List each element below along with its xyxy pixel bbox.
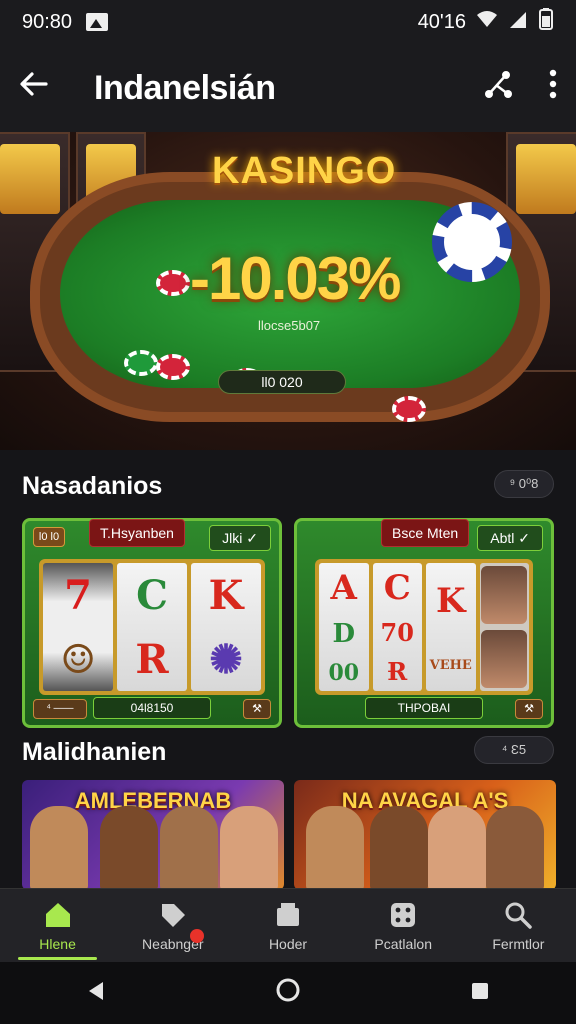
dice-icon — [391, 902, 416, 927]
more-vertical-icon — [549, 69, 557, 99]
person-avatar — [428, 806, 486, 890]
card-corner-badge: l0 l0 — [33, 527, 65, 547]
nav-label: Hlene — [39, 935, 76, 952]
reel-symbol: C — [383, 568, 411, 608]
person-avatar — [486, 806, 544, 890]
nav-item-home[interactable]: Hlene — [0, 889, 115, 962]
nav-item-games[interactable]: Pcatlalon — [346, 889, 461, 962]
reel-symbol: R — [135, 635, 169, 683]
ticket-icon — [277, 902, 299, 926]
section-title-1: Nasadanios — [22, 472, 163, 500]
tools-icon[interactable]: ⚒ — [515, 699, 543, 719]
search-icon — [505, 902, 533, 929]
person-portrait-icon — [481, 566, 528, 624]
system-navigation-bar — [0, 962, 576, 1024]
wifi-icon — [476, 10, 498, 34]
chip-icon — [156, 270, 190, 296]
card-header-right: Jlki ✓ — [209, 525, 271, 551]
status-text: 40'16 — [417, 10, 466, 33]
home-icon — [45, 902, 70, 927]
slot-reel: A D 00 — [319, 563, 369, 691]
status-bar: 90:80 40'16 — [0, 0, 576, 44]
slot-reel: K VEHE — [426, 563, 476, 691]
tag-icon — [161, 903, 185, 927]
reel-symbol: VEHE — [429, 657, 472, 673]
app-bar: Indanelsián — [0, 44, 576, 132]
slot-game-card-1[interactable]: l0 l0 T.Hsyanben Jlki ✓ 7 ☺ C R K ✺ ⁴ ——… — [22, 518, 282, 728]
slot-reels: A D 00 C 70 Ɍ K VEHE — [315, 559, 533, 695]
card-header: T.Hsyanben — [89, 519, 185, 547]
person-avatar — [370, 806, 428, 890]
back-button[interactable] — [18, 67, 66, 109]
reel-symbol: C — [136, 571, 168, 619]
cowboy-symbol-icon: ☺ — [60, 635, 96, 683]
page-title: Indanelsián — [94, 68, 276, 107]
nav-item-tickets[interactable]: Hoder — [230, 889, 345, 962]
share-icon — [485, 71, 512, 98]
card-header: Bsce Mten — [381, 519, 470, 547]
card-header-right: Abtl ✓ — [477, 525, 543, 551]
hero-banner[interactable]: KASINGO -10.03% llocse5b07 ll0 020 — [0, 132, 576, 450]
reel-symbol: 70 — [380, 618, 414, 647]
chip-icon — [124, 350, 158, 376]
promo-banner-1[interactable]: AMLEBERNAB — [22, 780, 284, 890]
slot-reel: 7 ☺ — [43, 563, 113, 691]
nav-label: Hoder — [268, 935, 308, 952]
section-tag-1[interactable]: ⁹ 0⁰8 — [494, 470, 554, 498]
tools-icon[interactable]: ⚒ — [243, 699, 271, 719]
section-title-2: Malidhanien — [22, 738, 167, 766]
nav-label: Pcatlalon — [374, 935, 432, 952]
image-icon — [86, 13, 109, 31]
slot-reels: 7 ☺ C R K ✺ — [39, 559, 265, 695]
card-footer-left: ⁴ —— — [33, 699, 87, 719]
person-avatar — [160, 806, 218, 890]
back-triangle-icon[interactable] — [56, 978, 136, 1009]
card-footer: 04l8150 — [93, 697, 211, 719]
hero-pill: ll0 020 — [218, 370, 346, 394]
section-tag-2[interactable]: ⁴ Ɛ5 — [474, 736, 554, 764]
signal-icon — [508, 10, 528, 34]
recents-square-icon[interactable] — [440, 978, 520, 1009]
slot-reel: C R — [117, 563, 187, 691]
home-circle-icon[interactable] — [248, 977, 328, 1010]
person-portrait-icon — [481, 630, 528, 688]
slot-reel — [479, 563, 529, 691]
gem-symbol-icon: ✺ — [209, 635, 243, 683]
arrow-left-icon — [20, 72, 48, 96]
nav-item-offers[interactable]: Neabnger — [115, 889, 230, 962]
hero-percent: -10.03% — [190, 245, 401, 312]
reel-symbol: D — [332, 618, 356, 649]
person-avatar — [100, 806, 158, 890]
chip-icon — [156, 354, 190, 380]
person-avatar — [306, 806, 364, 890]
reel-symbol: 7 — [64, 571, 92, 619]
slot-game-card-2[interactable]: Bsce Mten Abtl ✓ A D 00 C 70 Ɍ K VEHE TH… — [294, 518, 554, 728]
hero-subtitle: llocse5b07 — [258, 318, 321, 333]
chip-icon — [392, 396, 426, 422]
nav-item-search[interactable]: Fermtlor — [461, 889, 576, 962]
reel-symbol: Ɍ — [387, 657, 408, 686]
share-button[interactable] — [482, 68, 514, 108]
bottom-navigation: Hlene Neabnger Hoder Pcatlalon Fermtlor — [0, 888, 576, 962]
reel-symbol: K — [435, 581, 466, 622]
slot-reel: C 70 Ɍ — [372, 563, 422, 691]
reel-symbol: K — [208, 571, 244, 619]
promo-banner-2[interactable]: NA AVAGAL A'S — [294, 780, 556, 890]
reel-symbol: A — [330, 568, 357, 609]
reel-symbol: 00 — [328, 659, 360, 686]
more-menu-button[interactable] — [548, 68, 558, 108]
battery-icon — [538, 8, 554, 36]
nav-label: Fermtlor — [492, 935, 545, 952]
card-footer: THPOBAI — [365, 697, 483, 719]
hero-brand-title: KASINGO — [212, 150, 397, 192]
slot-reel: K ✺ — [191, 563, 261, 691]
person-avatar — [30, 806, 88, 890]
status-time: 90:80 — [22, 10, 73, 33]
large-chip-icon — [432, 202, 512, 282]
person-avatar — [220, 806, 278, 890]
